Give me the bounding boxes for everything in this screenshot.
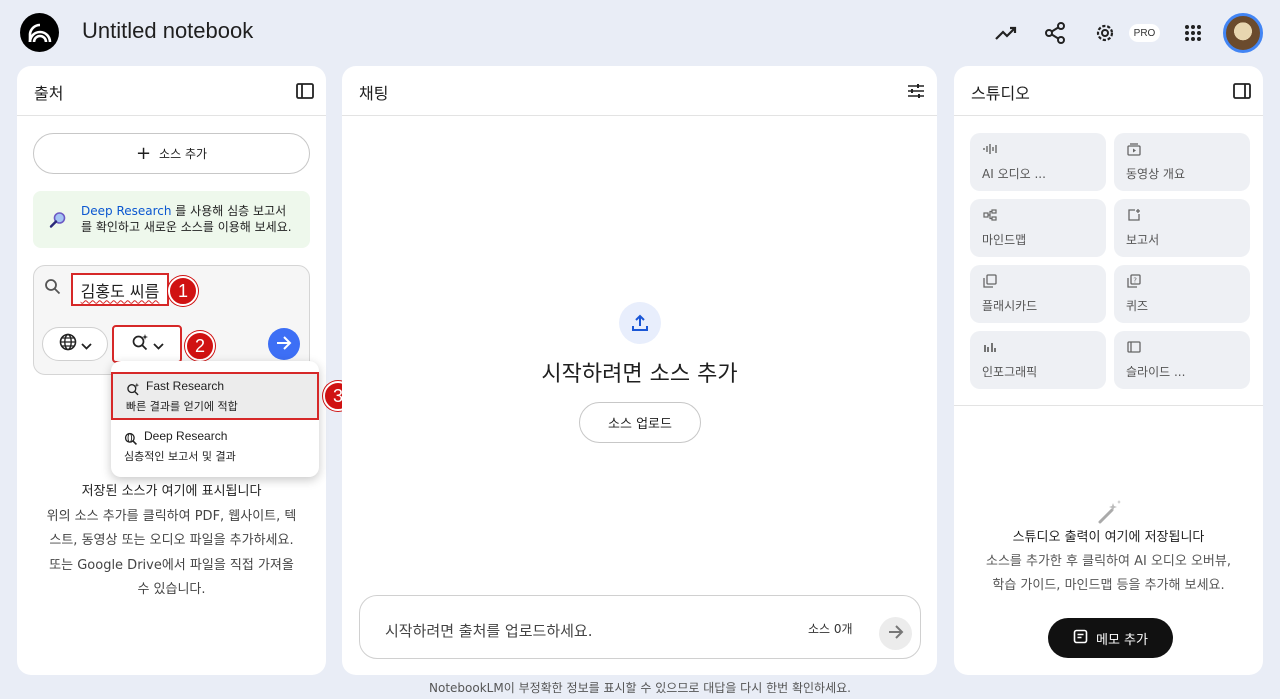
studio-tile-label: AI 오디오 ... xyxy=(982,167,1046,181)
studio-tile-label: 보고서 xyxy=(1126,233,1160,247)
search-query-input[interactable]: 김홍도 씨름 xyxy=(71,273,169,306)
note-icon xyxy=(1073,629,1088,648)
studio-panel-header: 스튜디오 xyxy=(954,66,1263,116)
chat-empty-heading: 시작하려면 소스 추가 xyxy=(541,362,738,387)
chat-panel-title: 채팅 xyxy=(359,84,389,103)
mindmap-icon xyxy=(982,207,998,223)
send-button[interactable] xyxy=(879,617,912,650)
analytics-icon[interactable] xyxy=(993,20,1019,46)
studio-tile-quiz[interactable]: ? 퀴즈 xyxy=(1114,265,1250,323)
studio-empty-state: 스튜디오 출력이 여기에 저장됩니다 소스를 추가한 후 클릭하여 AI 오디오… xyxy=(954,526,1263,598)
footer-disclaimer: NotebookLM이 부정확한 정보를 표시할 수 있으므로 대답을 다시 한… xyxy=(429,681,851,695)
sources-empty-line: 또는 Google Drive에서 파일을 직접 가져올 xyxy=(49,557,294,573)
chevron-down-icon xyxy=(80,335,92,354)
annotation-marker-2: 2 xyxy=(185,331,215,361)
studio-panel-title: 스튜디오 xyxy=(971,84,1030,103)
audio-waveform-icon xyxy=(982,141,998,157)
studio-tile-label: 슬라이드 ... xyxy=(1126,365,1186,379)
menu-item-subtitle: 심층적인 보고서 및 결과 xyxy=(124,450,236,463)
studio-tile-label: 동영상 개요 xyxy=(1126,167,1186,181)
studio-tile-video-overview[interactable]: 동영상 개요 xyxy=(1114,133,1250,191)
quiz-icon: ? xyxy=(1126,273,1142,289)
deep-research-banner-text: Deep Research 를 사용해 심층 보고서 를 확인하고 새로운 소스… xyxy=(81,203,292,235)
sources-panel-header: 출처 xyxy=(17,66,326,116)
chat-panel-header: 채팅 xyxy=(342,66,937,116)
menu-item-deep-research[interactable]: Deep Research 심층적인 보고서 및 결과 xyxy=(111,424,319,472)
studio-tile-flashcards[interactable]: 플래시카드 xyxy=(970,265,1106,323)
studio-tile-slides[interactable]: 슬라이드 ... xyxy=(1114,331,1250,389)
annotation-marker-1: 1 xyxy=(168,276,198,306)
add-source-button[interactable]: + 소스 추가 xyxy=(33,133,310,174)
deep-research-link[interactable]: Deep Research xyxy=(81,204,171,218)
source-type-web-dropdown[interactable] xyxy=(42,327,108,361)
sources-empty-line: 수 있습니다. xyxy=(137,582,206,597)
studio-panel: 스튜디오 AI 오디오 ... 동영상 개요 마인드맵 보고서 플래시카드 ? … xyxy=(954,66,1263,675)
notebooklm-logo-icon[interactable] xyxy=(20,13,59,52)
studio-divider xyxy=(954,405,1263,406)
sources-empty-title: 저장된 소스가 여기에 표시됩니다 xyxy=(81,484,262,499)
studio-empty-line: 학습 가이드, 마인드맵 등을 추가해 보세요. xyxy=(992,578,1225,593)
studio-empty-title: 스튜디오 출력이 여기에 저장됩니다 xyxy=(1012,530,1205,545)
add-note-label: 메모 추가 xyxy=(1096,632,1148,648)
chat-input[interactable]: 시작하려면 출처를 업로드하세요. 소스 0개 xyxy=(359,595,921,659)
sources-panel-title: 출처 xyxy=(34,84,64,103)
add-source-label: 소스 추가 xyxy=(159,147,208,161)
arrow-right-icon xyxy=(888,624,904,643)
flashcards-icon xyxy=(982,273,998,289)
menu-item-subtitle: 빠른 결과를 얻기에 적합 xyxy=(126,400,238,413)
add-note-button[interactable]: 메모 추가 xyxy=(1048,618,1173,658)
chat-settings-sliders-icon[interactable] xyxy=(905,80,927,102)
plus-icon: + xyxy=(135,142,152,164)
settings-gear-icon[interactable] xyxy=(1092,20,1118,46)
studio-tile-audio-overview[interactable]: AI 오디오 ... xyxy=(970,133,1106,191)
sources-empty-line: 스트, 동영상 또는 오디오 파일을 추가하세요. xyxy=(49,533,294,548)
apps-grid-icon[interactable] xyxy=(1180,20,1206,46)
upload-icon xyxy=(619,302,661,344)
collapse-panel-icon[interactable] xyxy=(1231,80,1253,102)
report-icon xyxy=(1126,207,1142,223)
slides-icon xyxy=(1126,339,1142,355)
studio-tile-report[interactable]: 보고서 xyxy=(1114,199,1250,257)
magnifier-icon xyxy=(49,211,67,233)
fast-research-icon xyxy=(131,333,149,355)
sources-empty-state: 저장된 소스가 여기에 표시됩니다 위의 소스 추가를 클릭하여 PDF, 웹사… xyxy=(17,480,326,603)
collapse-panel-icon[interactable] xyxy=(294,80,316,102)
sources-empty-line: 위의 소스 추가를 클릭하여 PDF, 웹사이트, 텍 xyxy=(46,508,297,524)
banner-line1: 를 사용해 심층 보고서 xyxy=(171,204,287,218)
studio-empty-line: 소스를 추가한 후 클릭하여 AI 오디오 오버뷰, xyxy=(986,554,1231,569)
menu-item-title: Fast Research xyxy=(146,379,225,393)
share-icon[interactable] xyxy=(1042,20,1068,46)
top-bar: Untitled notebook PRO xyxy=(0,0,1280,66)
menu-item-fast-research[interactable]: Fast Research 빠른 결과를 얻기에 적합 xyxy=(111,372,319,420)
banner-line2: 를 확인하고 새로운 소스를 이용해 보세요. xyxy=(81,220,292,234)
video-overview-icon xyxy=(1126,141,1142,157)
deep-research-banner: Deep Research 를 사용해 심층 보고서 를 확인하고 새로운 소스… xyxy=(33,191,310,248)
studio-tile-label: 퀴즈 xyxy=(1126,299,1149,313)
search-icon xyxy=(44,278,61,299)
chat-input-placeholder: 시작하려면 출처를 업로드하세요. xyxy=(385,622,593,640)
chat-panel: 채팅 시작하려면 소스 추가 소스 업로드 시작하려면 출처를 업로드하세요. … xyxy=(342,66,937,675)
research-mode-menu: Fast Research 빠른 결과를 얻기에 적합 Deep Researc… xyxy=(111,361,319,477)
studio-tile-mindmap[interactable]: 마인드맵 xyxy=(970,199,1106,257)
menu-item-title: Deep Research xyxy=(144,429,228,443)
upload-source-button[interactable]: 소스 업로드 xyxy=(579,402,701,443)
studio-tile-label: 마인드맵 xyxy=(982,233,1027,247)
user-avatar[interactable] xyxy=(1223,13,1263,53)
studio-tile-label: 인포그래픽 xyxy=(982,365,1038,379)
pro-badge: PRO xyxy=(1129,24,1160,42)
source-count: 소스 0개 xyxy=(808,622,853,636)
magic-wand-icon xyxy=(1097,499,1123,529)
search-query-text: 김홍도 씨름 xyxy=(80,281,160,301)
chevron-down-icon xyxy=(152,335,164,354)
infographic-icon xyxy=(982,339,998,355)
svg-text:?: ? xyxy=(1133,276,1137,284)
studio-tile-infographic[interactable]: 인포그래픽 xyxy=(970,331,1106,389)
globe-icon xyxy=(59,333,77,355)
submit-search-button[interactable] xyxy=(268,328,300,360)
research-mode-dropdown[interactable] xyxy=(112,325,182,363)
notebook-title[interactable]: Untitled notebook xyxy=(82,18,253,44)
studio-tile-label: 플래시카드 xyxy=(982,299,1038,313)
arrow-right-icon xyxy=(276,335,292,354)
